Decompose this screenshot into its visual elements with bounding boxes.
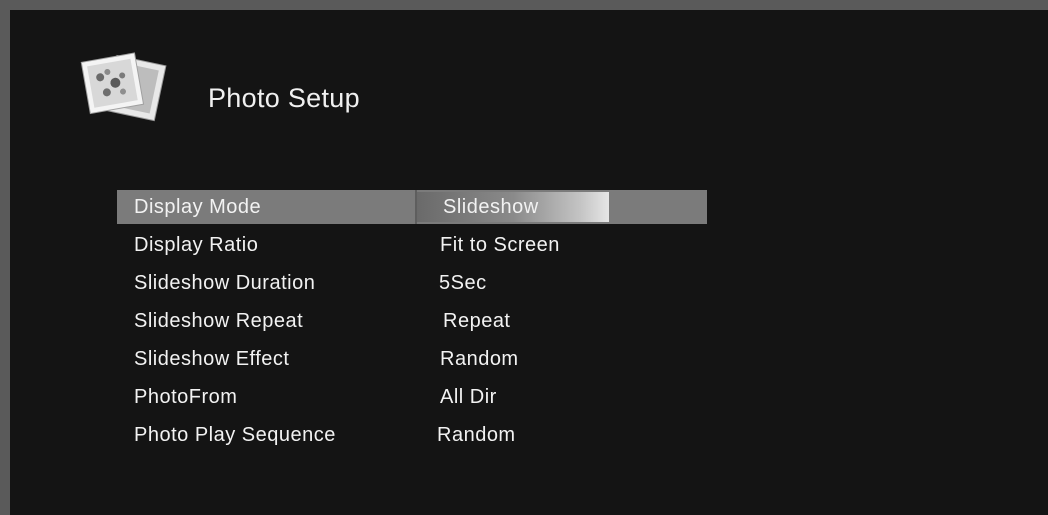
photo-setup-screen: Photo Setup Display Mode Slideshow Displ… (10, 10, 1048, 515)
photo-stack-icon (80, 46, 172, 132)
menu-row-slideshow-duration[interactable]: Slideshow Duration 5Sec (117, 266, 707, 304)
menu-row-display-ratio[interactable]: Display Ratio Fit to Screen (117, 228, 707, 266)
page-title: Photo Setup (208, 83, 360, 113)
setting-label: Slideshow Duration (134, 272, 316, 294)
setting-value[interactable]: Random (440, 342, 519, 376)
setting-label: Display Mode (134, 196, 262, 218)
setting-label: PhotoFrom (134, 386, 238, 408)
settings-menu: Display Mode Slideshow Display Ratio Fit… (117, 190, 707, 456)
setting-value[interactable]: 5Sec (439, 266, 487, 300)
menu-row-photo-play-sequence[interactable]: Photo Play Sequence Random (117, 418, 707, 456)
setting-label: Display Ratio (134, 234, 259, 256)
screen-frame: Photo Setup Display Mode Slideshow Displ… (0, 0, 1048, 515)
setting-label: Photo Play Sequence (134, 424, 336, 446)
setting-label: Slideshow Repeat (134, 310, 304, 332)
setting-value[interactable]: Fit to Screen (440, 228, 560, 262)
setting-value[interactable]: All Dir (440, 380, 497, 414)
setting-value[interactable]: Random (437, 418, 516, 452)
setting-label: Slideshow Effect (134, 348, 290, 370)
menu-row-photo-from[interactable]: PhotoFrom All Dir (117, 380, 707, 418)
setting-value[interactable]: Repeat (443, 304, 511, 338)
menu-row-display-mode[interactable]: Display Mode Slideshow (117, 190, 707, 228)
setting-value[interactable]: Slideshow (443, 190, 539, 224)
menu-row-slideshow-effect[interactable]: Slideshow Effect Random (117, 342, 707, 380)
menu-row-slideshow-repeat[interactable]: Slideshow Repeat Repeat (117, 304, 707, 342)
